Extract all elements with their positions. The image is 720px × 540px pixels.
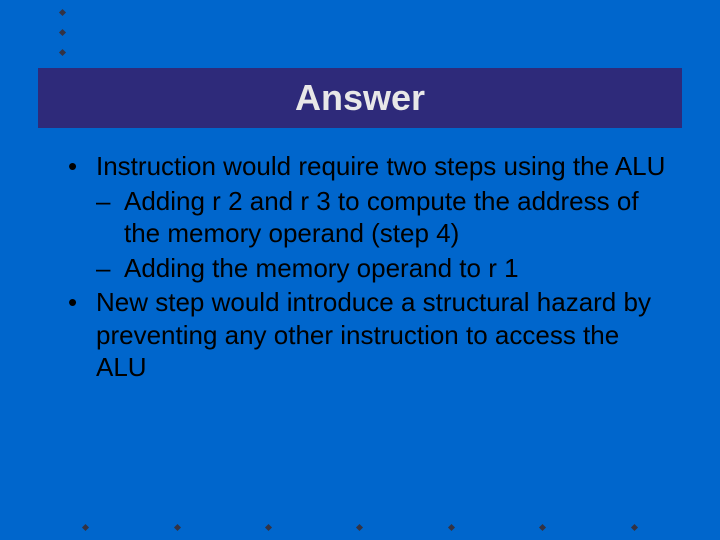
bullet-subitem: Adding the memory operand to r 1 xyxy=(68,252,670,285)
diamond-icon xyxy=(59,29,66,36)
diamond-icon xyxy=(356,524,363,531)
decorative-dots-bottom xyxy=(0,525,720,530)
bullet-subitem: Adding r 2 and r 3 to compute the addres… xyxy=(68,185,670,250)
decorative-dots-top xyxy=(60,10,65,55)
slide-title: Answer xyxy=(295,77,425,119)
slide-content: Instruction would require two steps usin… xyxy=(68,150,670,386)
diamond-icon xyxy=(448,524,455,531)
diamond-icon xyxy=(82,524,89,531)
bullet-item: Instruction would require two steps usin… xyxy=(68,150,670,183)
bullet-item: New step would introduce a structural ha… xyxy=(68,286,670,384)
diamond-icon xyxy=(59,9,66,16)
bullet-text: Adding the memory operand to r 1 xyxy=(124,253,519,283)
bullet-text: Instruction would require two steps usin… xyxy=(96,151,665,181)
bullet-text: Adding r 2 and r 3 to compute the addres… xyxy=(124,186,639,249)
title-bar: Answer xyxy=(38,68,682,128)
diamond-icon xyxy=(59,49,66,56)
diamond-icon xyxy=(539,524,546,531)
diamond-icon xyxy=(174,524,181,531)
diamond-icon xyxy=(631,524,638,531)
bullet-text: New step would introduce a structural ha… xyxy=(96,287,651,382)
diamond-icon xyxy=(265,524,272,531)
